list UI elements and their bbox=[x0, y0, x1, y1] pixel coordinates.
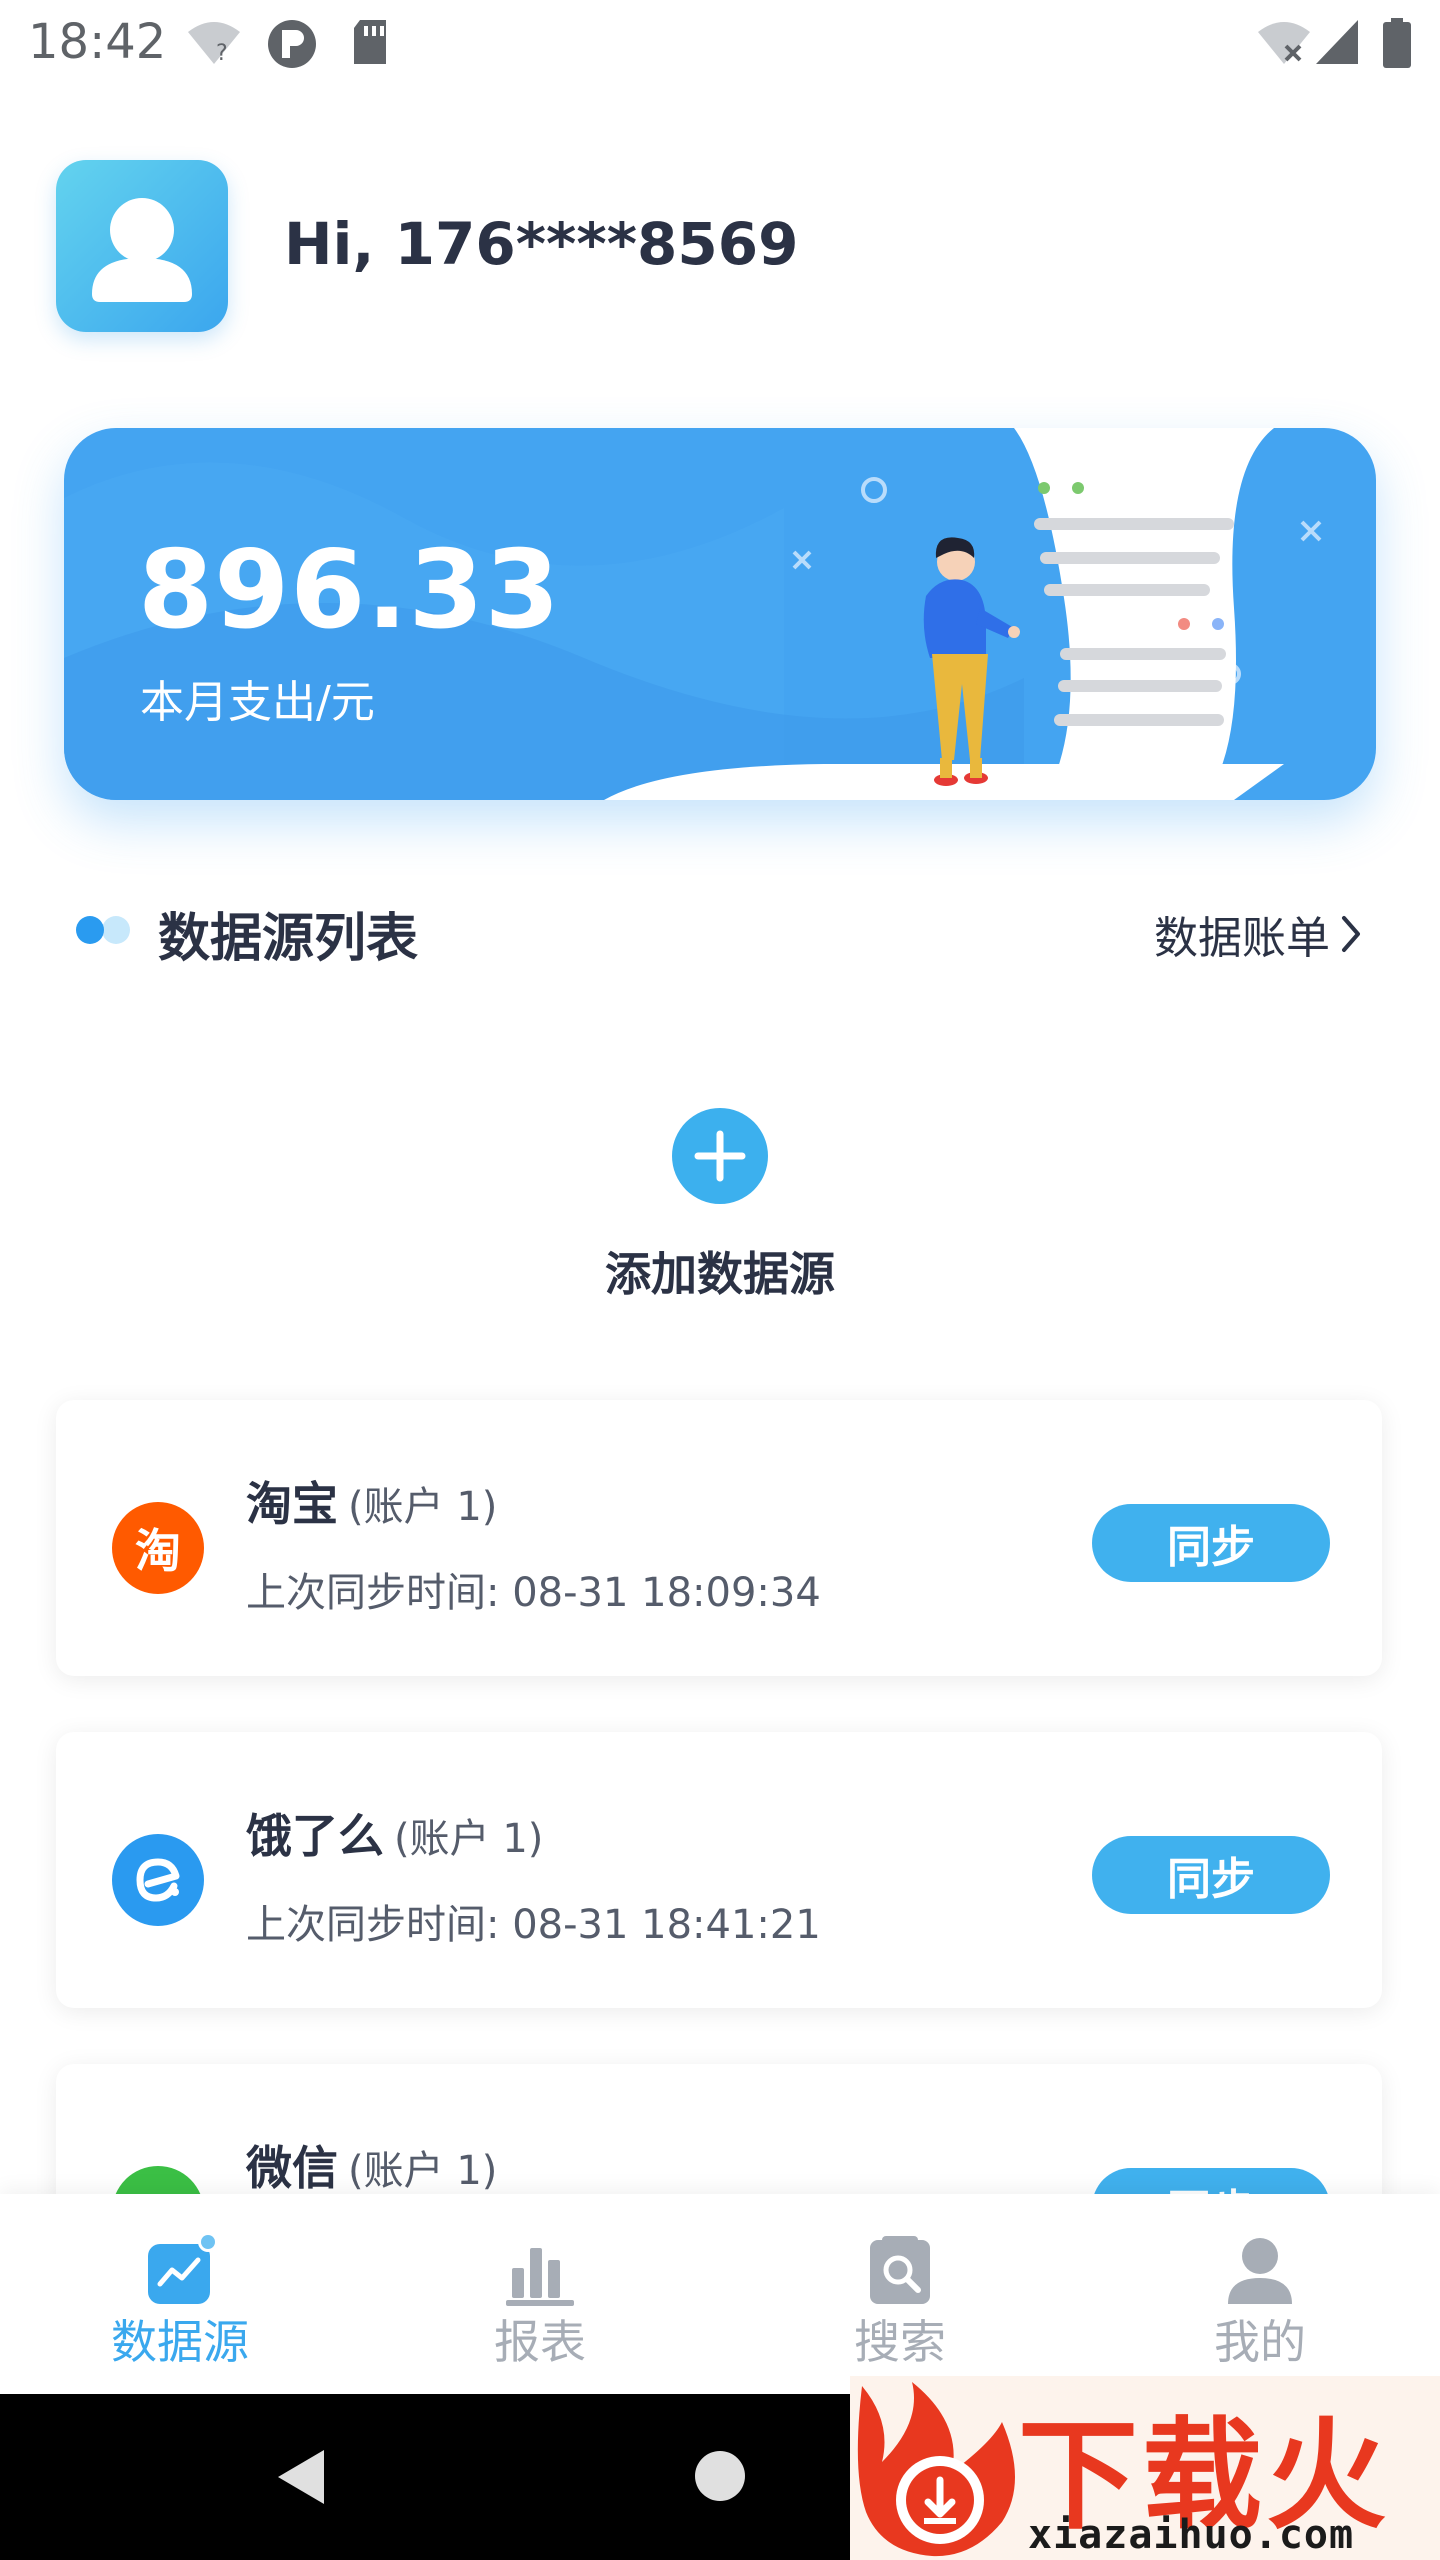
source-account: (账户 1) bbox=[394, 1816, 544, 1862]
wifi-off-icon bbox=[1258, 22, 1310, 64]
data-bill-link[interactable]: 数据账单 bbox=[1154, 902, 1364, 966]
source-card-taobao[interactable]: 淘 淘宝 (账户 1) 上次同步时间: 08-31 18:09:34 同步 bbox=[56, 1400, 1382, 1676]
source-name-text: 微信 bbox=[246, 2141, 338, 2195]
section-dots-icon bbox=[76, 916, 130, 944]
monthly-spending-banner[interactable]: 896.33 本月支出/元 bbox=[64, 428, 1376, 800]
nav-label: 报表 bbox=[494, 2315, 586, 2369]
nav-label: 数据源 bbox=[111, 2315, 249, 2369]
data-bill-link-label: 数据账单 bbox=[1154, 913, 1330, 964]
source-name: 饿了么 (账户 1) bbox=[246, 1800, 543, 1866]
back-icon[interactable] bbox=[272, 2446, 328, 2508]
nav-tab-me[interactable]: 我的 bbox=[1080, 2194, 1440, 2394]
source-name-text: 饿了么 bbox=[246, 1809, 384, 1863]
last-sync-time: 上次同步时间: 08-31 18:09:34 bbox=[246, 1570, 821, 1616]
search-doc-icon bbox=[870, 2236, 930, 2304]
signal-icon bbox=[1316, 20, 1358, 64]
add-source-label[interactable]: 添加数据源 bbox=[0, 1238, 1440, 1304]
circle-p-icon bbox=[268, 20, 316, 68]
eleme-logo-icon bbox=[112, 1834, 204, 1926]
sync-button[interactable]: 同步 bbox=[1092, 1836, 1330, 1914]
plus-icon bbox=[694, 1130, 746, 1182]
sd-card-icon bbox=[354, 20, 386, 64]
chevron-right-icon bbox=[1342, 916, 1360, 952]
user-icon bbox=[92, 198, 192, 302]
monthly-amount-label: 本月支出/元 bbox=[140, 677, 375, 728]
nav-label: 搜索 bbox=[854, 2315, 946, 2369]
sync-button[interactable]: 同步 bbox=[1092, 1504, 1330, 1582]
nav-label: 我的 bbox=[1214, 2315, 1306, 2369]
source-card-eleme[interactable]: 饿了么 (账户 1) 上次同步时间: 08-31 18:41:21 同步 bbox=[56, 1732, 1382, 2008]
source-name: 淘宝 (账户 1) bbox=[246, 1468, 497, 1534]
source-account: (账户 1) bbox=[348, 1484, 498, 1530]
greeting: Hi, 176****8569 bbox=[284, 210, 799, 278]
svg-text:?: ? bbox=[216, 41, 228, 66]
status-time: 18:42 bbox=[28, 14, 167, 70]
avatar[interactable] bbox=[56, 160, 228, 332]
wifi-question-icon: ? bbox=[188, 22, 240, 66]
bottom-nav: 数据源 报表 搜索 我的 bbox=[0, 2194, 1440, 2394]
status-bar: 18:42 ? bbox=[0, 0, 1440, 88]
person-with-receipt-illustration bbox=[792, 428, 1322, 800]
trend-chart-icon bbox=[148, 2232, 218, 2304]
nav-tab-report[interactable]: 报表 bbox=[360, 2194, 720, 2394]
nav-tab-search[interactable]: 搜索 bbox=[720, 2194, 1080, 2394]
monthly-amount: 896.33 bbox=[138, 528, 561, 653]
bar-chart-icon bbox=[506, 2248, 574, 2306]
person-icon bbox=[1228, 2238, 1292, 2304]
flame-download-icon bbox=[857, 2382, 1015, 2557]
last-sync-time: 上次同步时间: 08-31 18:41:21 bbox=[246, 1902, 821, 1948]
section-title: 数据源列表 bbox=[158, 909, 419, 969]
eleme-e-glyph bbox=[136, 1858, 180, 1902]
watermark-logo: 下载火 xiazaihuo.com bbox=[850, 2376, 1440, 2560]
source-account: (账户 1) bbox=[348, 2148, 498, 2194]
taobao-logo-icon: 淘 bbox=[112, 1502, 204, 1594]
home-icon[interactable] bbox=[694, 2450, 746, 2502]
add-source-button[interactable] bbox=[672, 1108, 768, 1204]
nav-tab-data-source[interactable]: 数据源 bbox=[0, 2194, 360, 2394]
battery-icon bbox=[1383, 18, 1411, 68]
watermark-url: xiazaihuo.com bbox=[1028, 2512, 1355, 2558]
source-name-text: 淘宝 bbox=[246, 1477, 338, 1531]
source-name: 微信 (账户 1) bbox=[246, 2132, 497, 2198]
